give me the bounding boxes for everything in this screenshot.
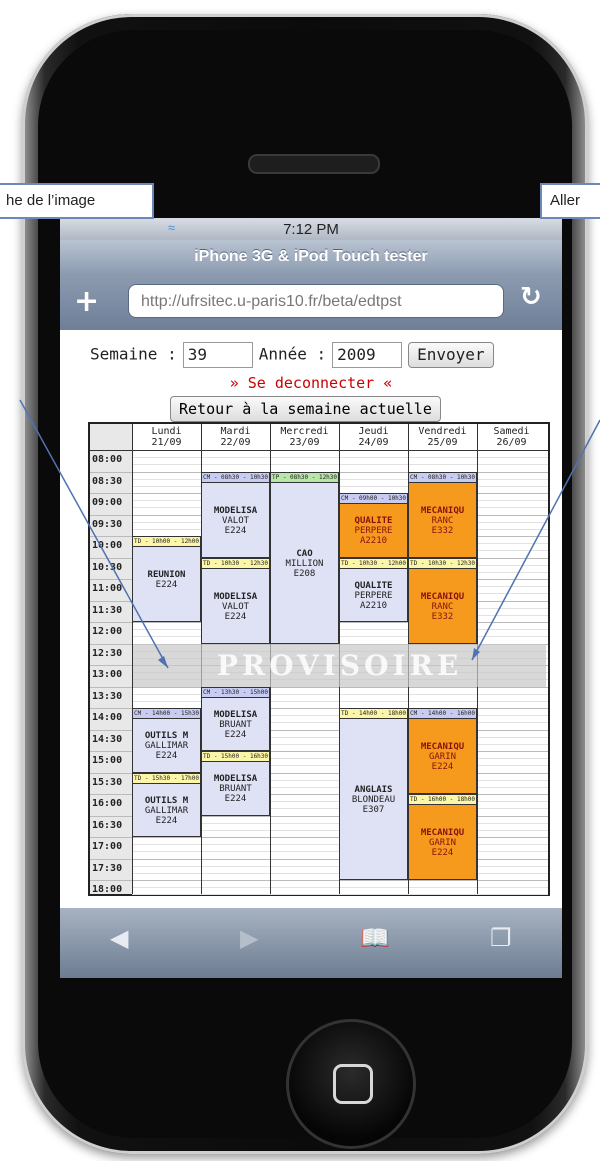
arrow-left-head (158, 656, 168, 668)
arrow-left (19, 399, 169, 669)
arrow-right-head (472, 648, 480, 660)
callout-arrows (19, 399, 600, 669)
arrow-right (471, 419, 600, 661)
